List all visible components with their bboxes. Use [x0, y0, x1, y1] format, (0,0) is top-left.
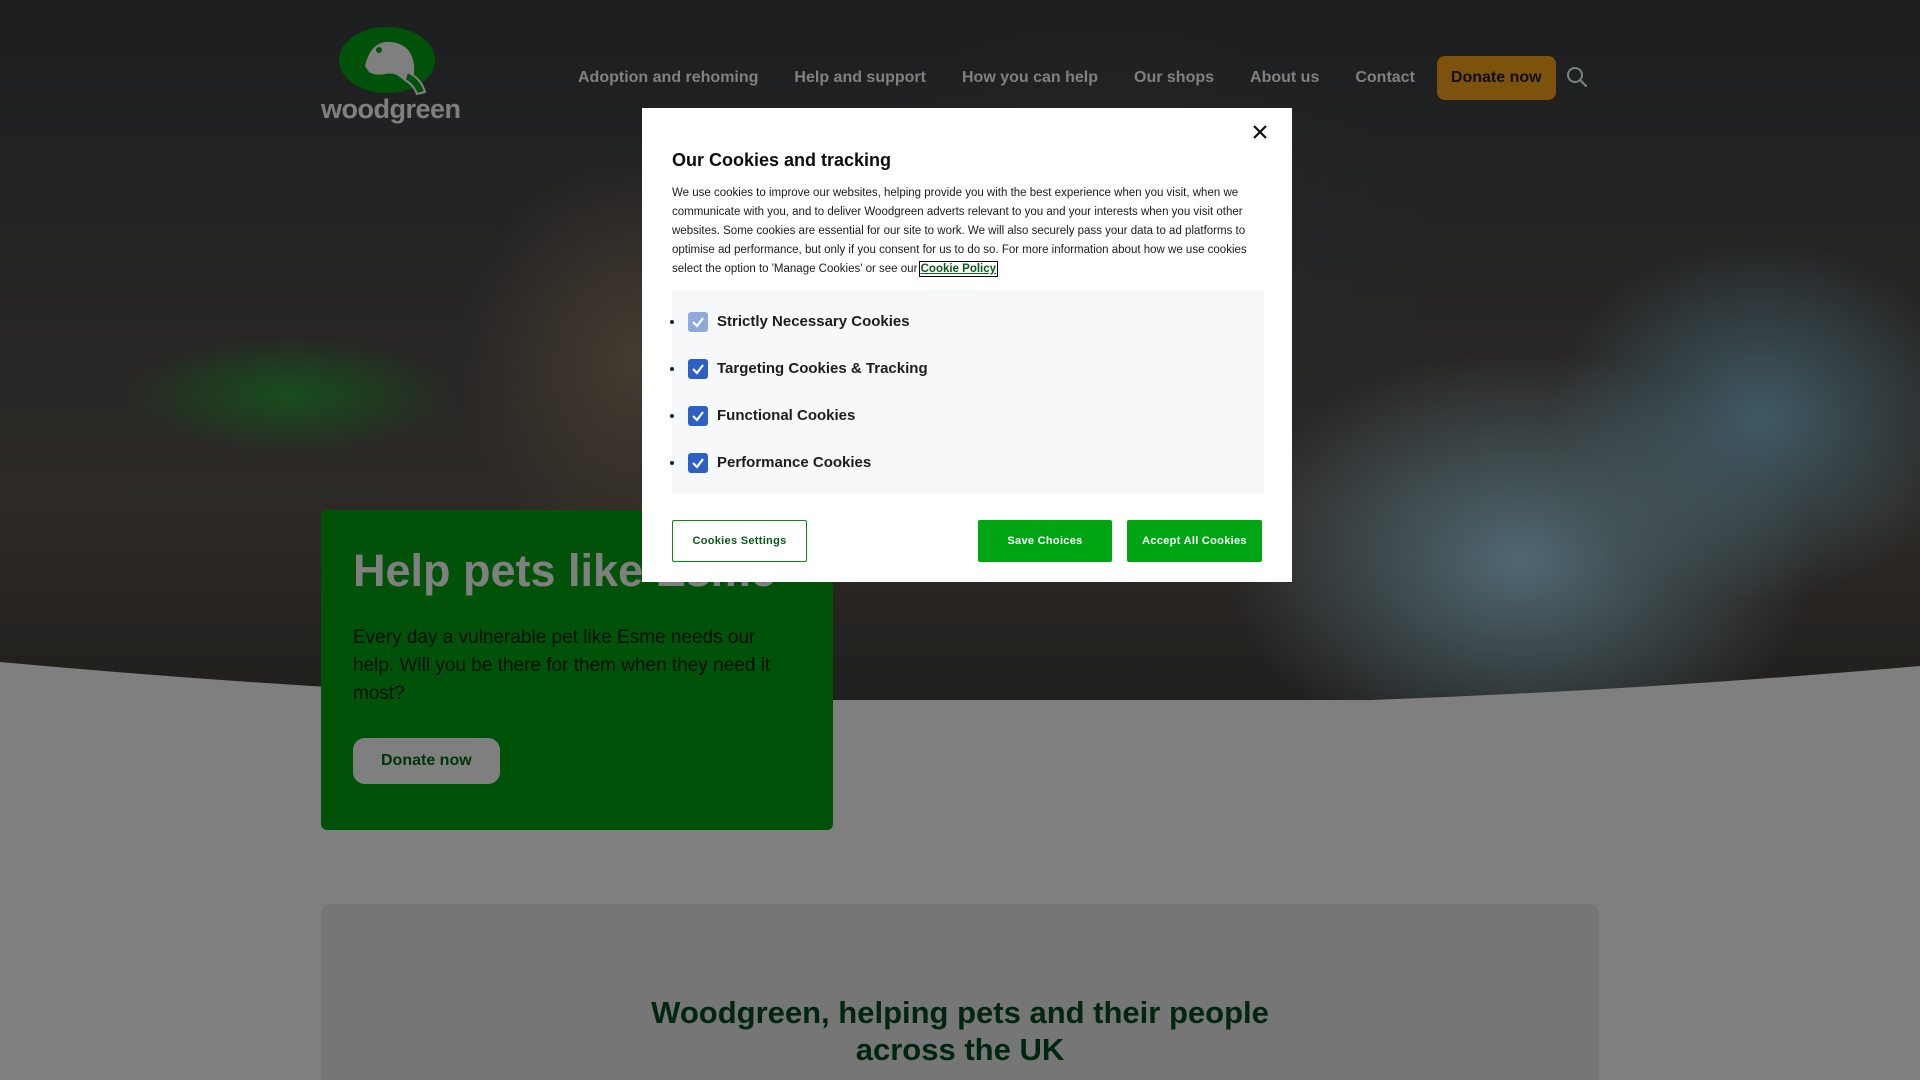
save-choices-button[interactable]: Save Choices: [978, 520, 1112, 562]
list-bullet: [670, 460, 674, 465]
checkmark-icon: [692, 410, 704, 422]
pref-label: Strictly Necessary Cookies: [717, 313, 910, 330]
pref-label: Functional Cookies: [717, 407, 856, 424]
cookie-policy-link[interactable]: Cookie Policy: [918, 261, 999, 277]
pref-item-functional: Functional Cookies: [670, 392, 1264, 439]
cookie-modal-title: Our Cookies and tracking: [672, 150, 892, 170]
close-icon[interactable]: [1252, 124, 1268, 140]
cookie-description-text: We use cookies to improve our websites, …: [672, 187, 1247, 275]
pref-label: Targeting Cookies & Tracking: [717, 360, 928, 377]
cookie-modal-description: We use cookies to improve our websites, …: [672, 184, 1262, 279]
list-bullet: [670, 319, 674, 324]
functional-checkbox[interactable]: [688, 405, 708, 426]
list-bullet: [670, 366, 674, 371]
checkmark-icon: [692, 316, 704, 328]
performance-checkbox[interactable]: [688, 452, 708, 473]
strictly-necessary-checkbox: [688, 311, 708, 332]
pref-item-performance: Performance Cookies: [670, 439, 1264, 486]
accept-all-cookies-button[interactable]: Accept All Cookies: [1127, 520, 1262, 562]
checkmark-icon: [692, 363, 704, 375]
targeting-checkbox[interactable]: [688, 358, 708, 379]
list-bullet: [670, 413, 674, 418]
pref-item-strictly-necessary: Strictly Necessary Cookies: [670, 298, 1264, 345]
cookie-modal: Our Cookies and tracking We use cookies …: [642, 108, 1292, 582]
cookie-preferences: Strictly Necessary Cookies Targeting Coo…: [670, 290, 1264, 494]
pref-item-targeting: Targeting Cookies & Tracking: [670, 345, 1264, 392]
checkmark-icon: [692, 457, 704, 469]
cookies-settings-button[interactable]: Cookies Settings: [672, 520, 807, 562]
pref-label: Performance Cookies: [717, 454, 872, 471]
